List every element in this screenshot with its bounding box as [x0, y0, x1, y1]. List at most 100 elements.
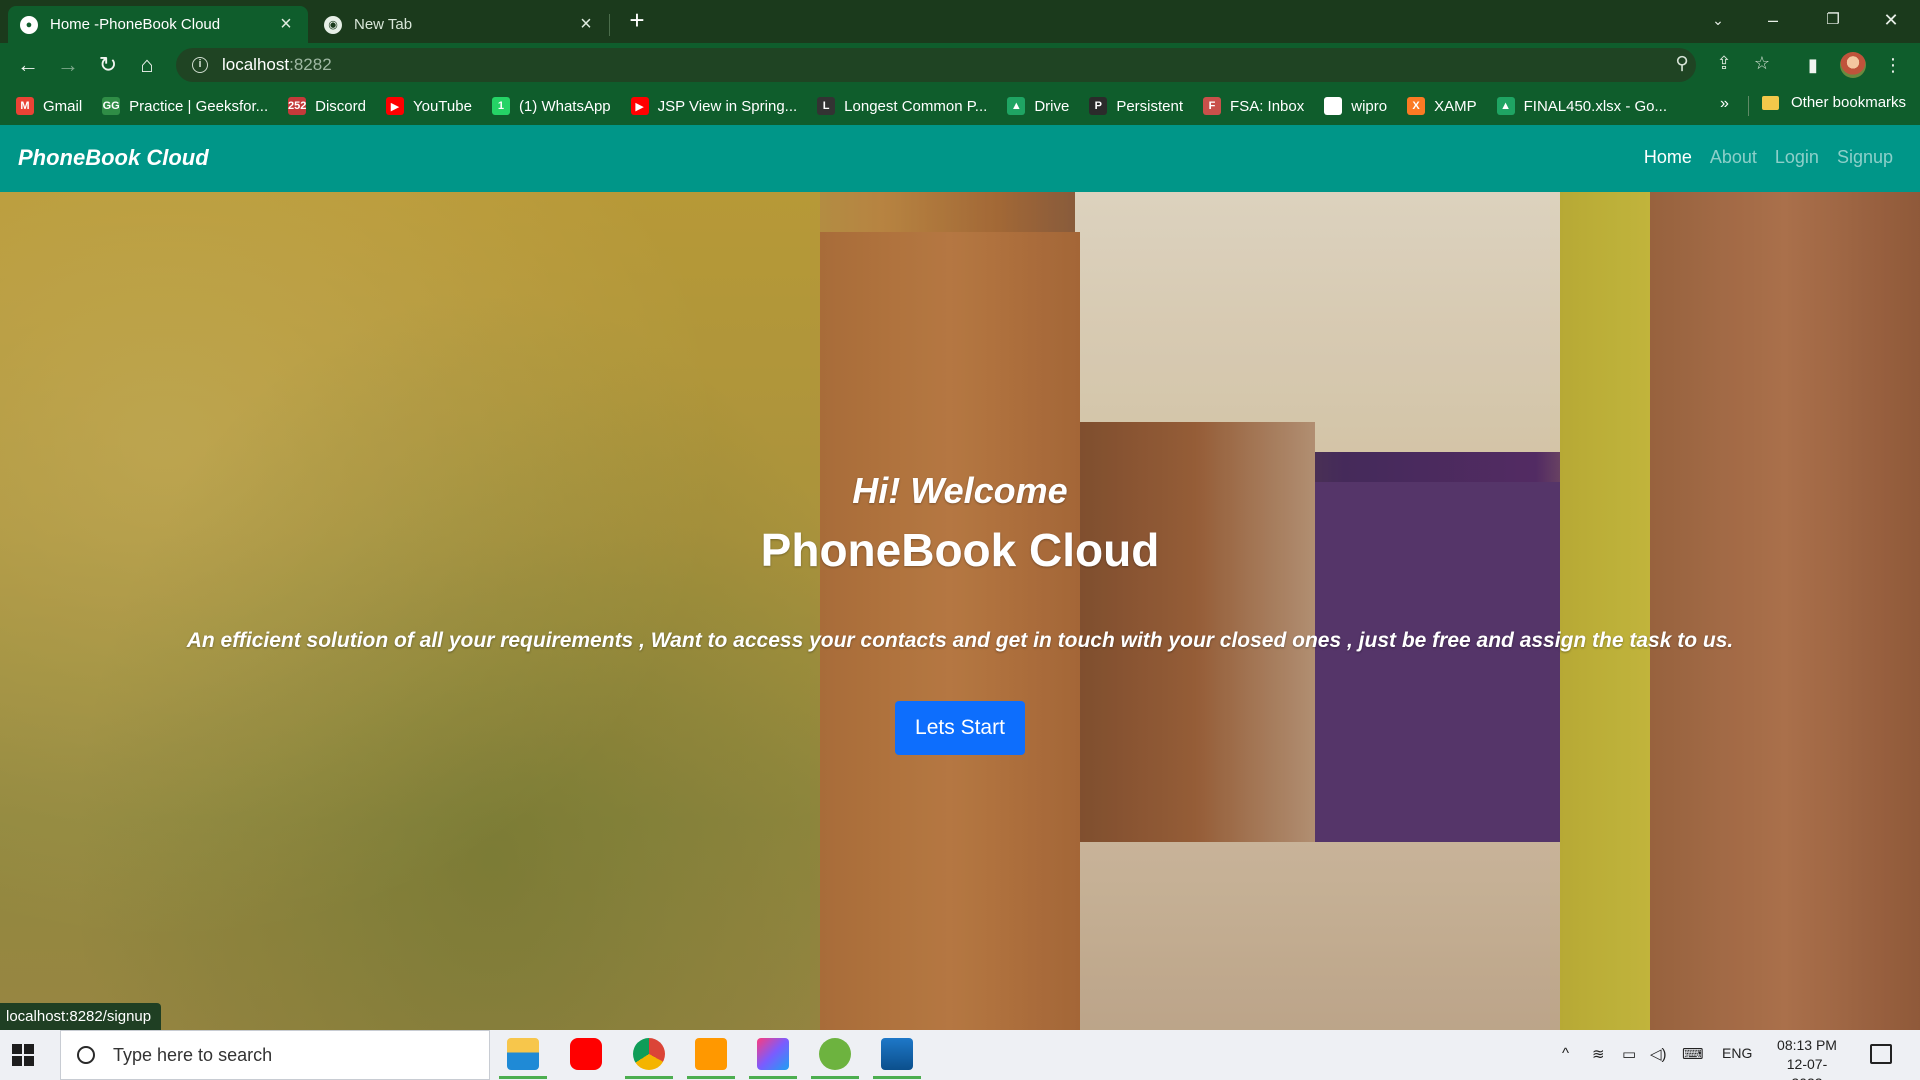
- running-indicator: [499, 1076, 547, 1079]
- nav-home-link[interactable]: Home: [1644, 147, 1692, 168]
- bookmark-label: JSP View in Spring...: [657, 97, 798, 115]
- other-bookmarks-folder[interactable]: Other bookmarks: [1762, 94, 1906, 111]
- whatsapp-icon: 1: [491, 97, 510, 115]
- restore-button[interactable]: ❐: [1808, 4, 1858, 36]
- notifications-icon[interactable]: [1870, 1044, 1892, 1064]
- hero-tagline: An efficient solution of all your requir…: [186, 629, 1734, 652]
- link-status-bubble: localhost:8282/signup: [0, 1003, 162, 1030]
- battery-icon[interactable]: ▭: [1622, 1045, 1636, 1063]
- taskbar-search-box[interactable]: Type here to search: [60, 1030, 490, 1080]
- hero-content: Hi! Welcome PhoneBook Cloud An efficient…: [0, 192, 1920, 1030]
- bookmark-item[interactable]: 1 (1) WhatsApp: [491, 97, 611, 115]
- tab-home-phonebook[interactable]: ● Home -PhoneBook Cloud ×: [8, 6, 308, 43]
- sublime-text-icon[interactable]: [695, 1038, 727, 1070]
- running-indicator: [625, 1076, 673, 1079]
- zoom-icon[interactable]: ⚲: [1670, 51, 1694, 75]
- close-window-button[interactable]: ✕: [1866, 4, 1916, 36]
- tab-divider: [609, 14, 610, 36]
- system-clock[interactable]: 08:13 PM 12-07-2022: [1772, 1036, 1842, 1080]
- browser-toolbar: ← → ↻ ⌂ i localhost:8282 ⚲ ⇪ ☆ ▮ ⋮: [0, 43, 1920, 87]
- bookmark-label: Persistent: [1116, 97, 1184, 115]
- bookmark-item[interactable]: ▲ Drive: [1007, 97, 1069, 115]
- tab-search-chevron-icon[interactable]: ⌄: [1693, 4, 1743, 36]
- show-hidden-icons-chevron[interactable]: ^: [1562, 1045, 1569, 1062]
- leetcode-icon: L: [817, 97, 836, 115]
- bookmark-item[interactable]: 252 Discord: [288, 97, 366, 115]
- bookmark-item[interactable]: M Gmail: [16, 97, 82, 115]
- windows-start-icon[interactable]: [12, 1044, 34, 1066]
- browser-tab-strip: ● Home -PhoneBook Cloud × ◉ New Tab × + …: [0, 0, 1920, 43]
- profile-avatar[interactable]: [1840, 52, 1866, 78]
- volume-icon[interactable]: ◁): [1650, 1045, 1667, 1063]
- other-bookmarks-label: Other bookmarks: [1791, 94, 1907, 111]
- lets-start-button[interactable]: Lets Start: [895, 701, 1025, 755]
- bookmark-star-icon[interactable]: ☆: [1750, 51, 1774, 75]
- google-drive-icon: ▲: [1007, 97, 1026, 115]
- geeksforgeeks-icon: GG: [102, 97, 121, 115]
- search-icon: [77, 1046, 95, 1064]
- tab-title: Home -PhoneBook Cloud: [50, 16, 221, 33]
- site-navbar: PhoneBook Cloud Home About Login Signup: [0, 125, 1920, 192]
- windows-taskbar: Type here to search ^ ≋ ▭ ◁) ⌨ ENG 08:13…: [0, 1030, 1920, 1080]
- wifi-icon[interactable]: ≋: [1592, 1045, 1605, 1063]
- bookmark-item[interactable]: GG Practice | Geeksfor...: [102, 97, 268, 115]
- google-drive-icon: ▲: [1496, 97, 1515, 115]
- bookmark-item[interactable]: ▶ YouTube: [385, 97, 472, 115]
- site-brand[interactable]: PhoneBook Cloud: [18, 145, 209, 171]
- bookmark-item[interactable]: F FSA: Inbox: [1203, 97, 1304, 115]
- chrome-page-icon: ●: [20, 15, 38, 34]
- bookmark-label: Gmail: [43, 97, 83, 115]
- running-indicator: [873, 1076, 921, 1079]
- running-indicator: [749, 1076, 797, 1079]
- bookmark-item[interactable]: X XAMP: [1407, 97, 1477, 115]
- bookmark-label: Practice | Geeksfor...: [129, 97, 269, 115]
- language-indicator[interactable]: ENG: [1722, 1045, 1752, 1061]
- file-explorer-icon[interactable]: [507, 1038, 539, 1070]
- gmail-icon: M: [16, 97, 34, 115]
- reload-icon[interactable]: ↻: [94, 51, 122, 79]
- side-panel-icon[interactable]: ▮: [1800, 52, 1826, 78]
- site-info-icon[interactable]: i: [192, 57, 208, 73]
- bookmark-label: Discord: [315, 97, 366, 115]
- photos-icon[interactable]: [881, 1038, 913, 1070]
- bookmark-item[interactable]: wipro: [1324, 97, 1387, 115]
- fsa-icon: F: [1203, 97, 1222, 115]
- nav-signup-link[interactable]: Signup: [1837, 147, 1893, 168]
- hero-greeting: Hi! Welcome: [852, 470, 1068, 511]
- bookmark-label: FINAL450.xlsx - Go...: [1523, 97, 1667, 115]
- clock-time: 08:13 PM: [1777, 1037, 1837, 1053]
- bookmark-item[interactable]: L Longest Common P...: [817, 97, 987, 115]
- forward-arrow-icon[interactable]: →: [54, 51, 82, 79]
- nav-about-link[interactable]: About: [1710, 147, 1757, 168]
- minimize-button[interactable]: –: [1748, 4, 1798, 36]
- spring-tool-suite-icon[interactable]: [819, 1038, 851, 1070]
- chrome-icon: ◉: [324, 15, 342, 34]
- menu-kebab-icon[interactable]: ⋮: [1880, 52, 1906, 78]
- keyboard-icon[interactable]: ⌨: [1682, 1045, 1704, 1063]
- wipro-icon: [1324, 97, 1343, 115]
- new-tab-button[interactable]: +: [622, 6, 652, 36]
- running-indicator: [687, 1076, 735, 1079]
- close-tab-icon[interactable]: ×: [276, 13, 296, 36]
- intellij-icon[interactable]: [757, 1038, 789, 1070]
- youtube-icon: ▶: [630, 97, 649, 115]
- share-icon[interactable]: ⇪: [1712, 51, 1736, 75]
- bookmark-item[interactable]: P Persistent: [1089, 97, 1183, 115]
- chrome-icon[interactable]: [633, 1038, 665, 1070]
- close-tab-icon[interactable]: ×: [576, 13, 596, 36]
- home-icon[interactable]: ⌂: [133, 51, 161, 79]
- youtube-icon[interactable]: [570, 1038, 602, 1070]
- url-port: :8282: [289, 55, 332, 74]
- bookmarks-divider: [1748, 96, 1749, 116]
- bookmark-label: Longest Common P...: [844, 97, 988, 115]
- bookmark-label: YouTube: [412, 97, 472, 115]
- bookmark-item[interactable]: ▲ FINAL450.xlsx - Go...: [1496, 97, 1667, 115]
- back-arrow-icon[interactable]: ←: [14, 51, 42, 79]
- url-host: localhost: [222, 55, 290, 74]
- bookmark-item[interactable]: ▶ JSP View in Spring...: [630, 97, 798, 115]
- bookmark-label: Drive: [1034, 97, 1070, 115]
- address-bar[interactable]: i localhost:8282: [176, 48, 1696, 82]
- tab-new-tab[interactable]: ◉ New Tab ×: [312, 6, 608, 43]
- more-bookmarks-chevron[interactable]: »: [1720, 95, 1729, 113]
- nav-login-link[interactable]: Login: [1775, 147, 1819, 168]
